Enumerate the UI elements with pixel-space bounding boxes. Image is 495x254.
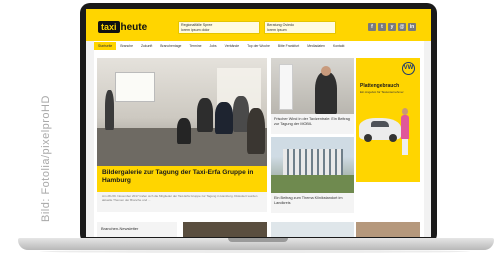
roll-up-banner (279, 64, 293, 110)
twitter-icon[interactable]: t (378, 23, 386, 31)
page-content: Bildergalerie zur Tagung der Taxi-Erfa G… (94, 50, 424, 237)
nav-item-startseite[interactable]: Startseite (94, 41, 117, 50)
speaker-head (321, 66, 331, 76)
logo-part-heute: heute (120, 21, 148, 33)
hero-headline[interactable]: Bildergalerie zur Tagung der Taxi-Erfa G… (97, 166, 267, 192)
laptop-screen: taxi heute Regionalfälle Spree lorem ips… (86, 9, 431, 237)
projector-screen (115, 72, 155, 102)
ad-subtitle: Ein Angebot für Taxiunternehmer (360, 90, 404, 94)
facebook-icon[interactable]: f (368, 23, 376, 31)
email-icon[interactable]: @ (398, 23, 406, 31)
header-promo-sub-2: lorem ipsum (267, 27, 287, 32)
lawn (271, 175, 354, 193)
laptop-shadow (40, 250, 470, 253)
header-promo-box-1[interactable]: Regionalfälle Spree lorem ipsum dolor (178, 21, 260, 34)
youtube-icon[interactable]: y (388, 23, 396, 31)
presenter-figure (105, 90, 114, 130)
nav-item-zukunft[interactable]: Zukunft (137, 44, 156, 48)
vw-advertisement[interactable]: VW Plattengebrauch Ein Angebot für Taxiu… (356, 58, 420, 182)
car-window (371, 121, 389, 127)
nav-item-branchentage[interactable]: Branchentage (156, 44, 185, 48)
article-card[interactable]: Ein Beitrag zum Thema Klinikstandort im … (271, 137, 354, 213)
attendee-figure (197, 98, 213, 132)
article-card[interactable]: Frischer Wind in der Taxizentrale: Ein B… (271, 58, 354, 134)
model-figure (401, 115, 409, 139)
photo-credit: Bild: Fotolia/pixelproHD (40, 95, 52, 222)
vw-logo-icon: VW (402, 62, 415, 75)
nav-item-frankfurt[interactable]: Bitte Frankfurt (274, 44, 303, 48)
nav-item-jobs[interactable]: Jobs (205, 44, 220, 48)
article-card-caption: Frischer Wind in der Taxizentrale: Ein B… (271, 114, 354, 134)
nav-item-verbaende[interactable]: Verbände (221, 44, 244, 48)
newsletter-section-label[interactable]: Branchen-Newsletter (97, 222, 177, 237)
car-wheel (389, 134, 397, 142)
bottom-teaser-image[interactable] (356, 222, 420, 237)
attendee-figure (215, 102, 233, 134)
hero-teaser: Am 28./29. November 2017 trafen sich die… (97, 192, 267, 212)
site-logo[interactable]: taxi heute (98, 21, 147, 33)
main-nav: Startseite Branche Zukunft Branchentage … (94, 41, 424, 50)
bottom-teaser-image[interactable] (271, 222, 354, 237)
attendee-figure (247, 108, 265, 154)
model-head (402, 108, 408, 115)
building-facade (283, 149, 343, 175)
article-card-image (271, 137, 354, 193)
bottom-teaser-image[interactable] (183, 222, 267, 237)
speaker-figure (315, 72, 337, 114)
car-wheel (364, 134, 372, 142)
article-card-caption: Ein Beitrag zum Thema Klinikstandort im … (271, 193, 354, 213)
car-image (359, 118, 401, 142)
model-legs (402, 139, 408, 155)
social-links: f t y @ in (368, 23, 416, 31)
header-promo-box-2[interactable]: Beratung Oviedo lorem ipsum (264, 21, 336, 34)
nav-item-mediadaten[interactable]: Mediadaten (303, 44, 329, 48)
stage: Bild: Fotolia/pixelproHD taxi heute Regi… (0, 0, 495, 254)
attendee-figure (177, 118, 191, 144)
nav-item-branche[interactable]: Branche (116, 44, 137, 48)
header-promo-sub-1: lorem ipsum dolor (181, 27, 210, 32)
logo-part-taxi: taxi (98, 21, 120, 33)
ad-title: Plattengebrauch (360, 83, 400, 89)
site-header: taxi heute Regionalfälle Spree lorem ips… (86, 9, 431, 41)
nav-item-termine[interactable]: Termine (185, 44, 205, 48)
article-card-image (271, 58, 354, 114)
nav-item-kontakt[interactable]: Kontakt (329, 44, 349, 48)
hero-image[interactable] (97, 58, 267, 166)
laptop-notch (228, 238, 288, 242)
nav-item-top-woche[interactable]: Top der Woche (243, 44, 274, 48)
linkedin-icon[interactable]: in (408, 23, 416, 31)
